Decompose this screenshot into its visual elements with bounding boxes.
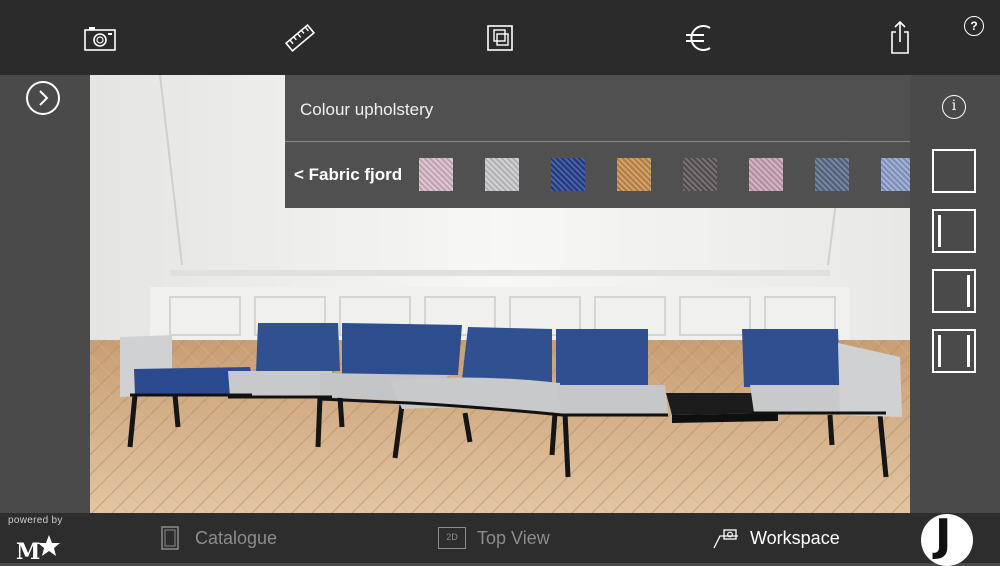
swatch-pink[interactable] (419, 158, 453, 191)
upholstery-panel: Colour upholstery < Fabric fjord (285, 75, 910, 208)
svg-text:M: M (16, 539, 40, 561)
swatch-light-grey[interactable] (485, 158, 519, 191)
layout-single-button[interactable] (932, 149, 976, 193)
layout-left-arm-button[interactable] (932, 209, 976, 253)
help-icon[interactable]: ? (964, 16, 984, 36)
layout-both-arms-button[interactable] (932, 329, 976, 373)
brand-logo: J (921, 514, 973, 566)
swatch-charcoal[interactable] (683, 158, 717, 191)
swatch-ochre[interactable] (617, 158, 651, 191)
workspace-icon (713, 529, 738, 549)
nav-catalogue[interactable]: Catalogue (195, 528, 277, 549)
euro-icon[interactable] (682, 20, 718, 56)
top-toolbar: ? (0, 0, 1000, 75)
layout-right-arm-button[interactable] (932, 269, 976, 313)
right-rail (910, 75, 1000, 513)
catalogue-icon (161, 526, 179, 550)
swatch-periwinkle[interactable] (881, 158, 910, 191)
camera-icon[interactable] (82, 20, 118, 56)
ruler-icon[interactable] (282, 20, 318, 56)
brand-letter: J (935, 514, 952, 561)
fabric-back-button[interactable]: < Fabric fjord (294, 165, 402, 185)
expand-chevron-icon[interactable] (26, 81, 60, 115)
swatch-slate-blue[interactable] (815, 158, 849, 191)
info-icon[interactable]: i (942, 95, 966, 119)
swatch-rose[interactable] (749, 158, 783, 191)
powered-by-label: powered by (8, 515, 63, 526)
panel-divider (285, 141, 910, 142)
panel-title: Colour upholstery (300, 100, 434, 119)
left-rail (0, 75, 90, 513)
bottom-nav-bar: powered by M Catalogue 2D Top View Works… (0, 513, 1000, 563)
top-view-2d-icon: 2D (438, 527, 466, 549)
nav-top-view[interactable]: Top View (477, 528, 550, 549)
copy-icon[interactable] (482, 20, 518, 56)
share-icon[interactable] (882, 20, 918, 56)
swatch-royal-blue[interactable] (551, 158, 585, 191)
mstar-logo: M (16, 535, 60, 561)
nav-workspace[interactable]: Workspace (750, 528, 840, 549)
